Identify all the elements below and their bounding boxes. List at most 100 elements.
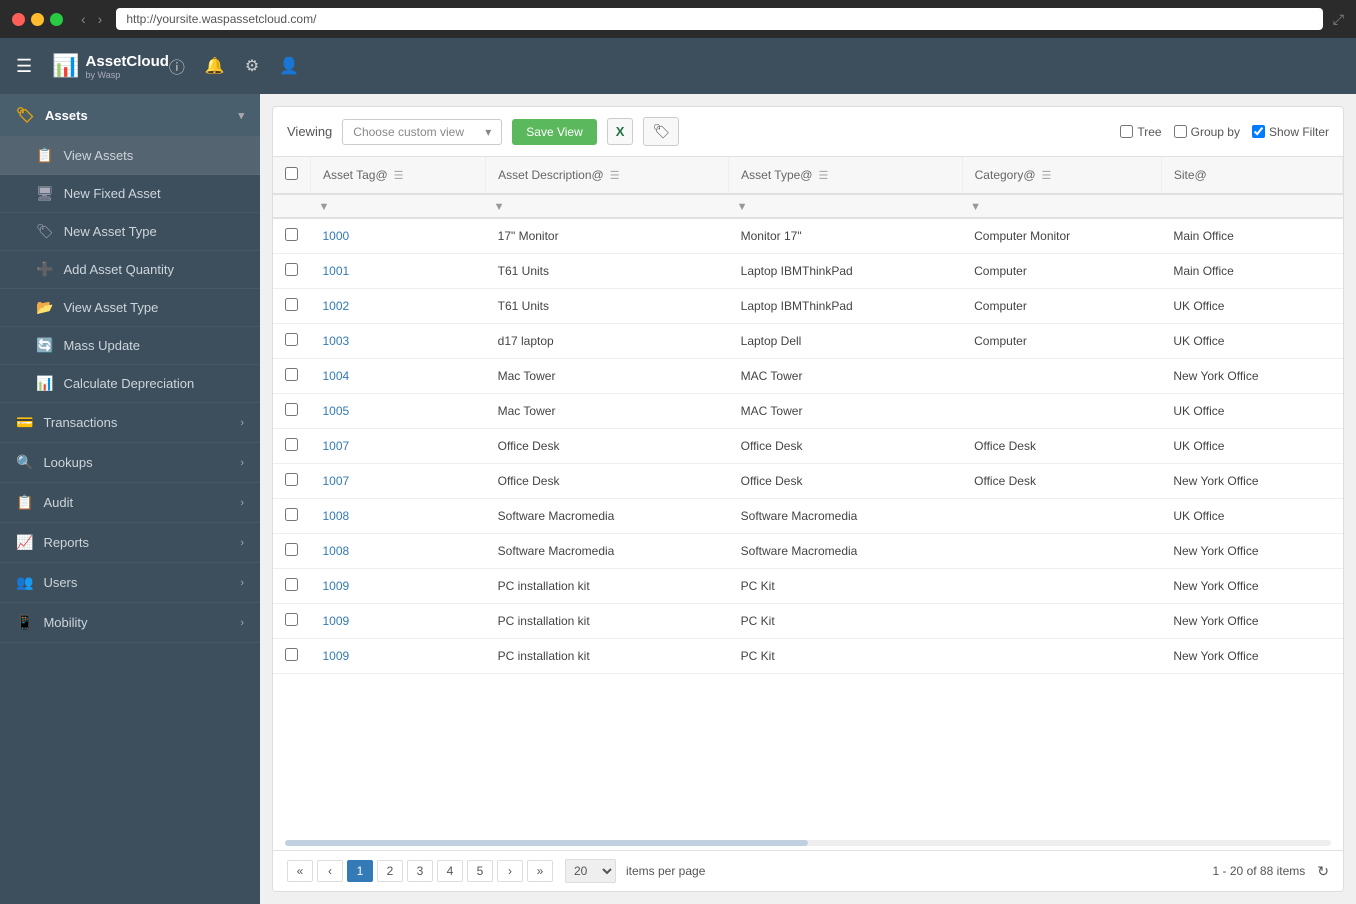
row-checkbox[interactable] <box>285 368 298 381</box>
asset-tag-link[interactable]: 1005 <box>323 404 350 418</box>
audit-chevron: › <box>240 497 244 509</box>
row-asset-tag: 1009 <box>311 604 486 639</box>
asset-tag-link[interactable]: 1009 <box>323 649 350 663</box>
asset-tag-link[interactable]: 1008 <box>323 509 350 523</box>
row-checkbox[interactable] <box>285 333 298 346</box>
show-filter-checkbox[interactable] <box>1252 125 1265 138</box>
filter-category-icon: ▼ <box>970 201 981 213</box>
minimize-button[interactable] <box>31 13 44 26</box>
category-col-menu-icon[interactable]: ☰ <box>1042 169 1052 182</box>
lookups-icon: 🔍 <box>16 454 33 471</box>
refresh-button[interactable]: ↻ <box>1317 863 1329 880</box>
next-page-button[interactable]: › <box>497 860 523 882</box>
sidebar-item-users[interactable]: 👥 Users › <box>0 563 260 603</box>
sidebar-item-add-asset-quantity[interactable]: ➕ Add Asset Quantity <box>0 251 260 289</box>
first-page-button[interactable]: « <box>287 860 313 882</box>
sidebar-item-calculate-depreciation[interactable]: 📊 Calculate Depreciation <box>0 365 260 403</box>
asset-tag-col-label: Asset Tag@ <box>323 168 388 182</box>
row-checkbox[interactable] <box>285 473 298 486</box>
asset-tag-link[interactable]: 1008 <box>323 544 350 558</box>
help-icon[interactable]: ⓘ <box>169 54 185 78</box>
sidebar-item-mobility[interactable]: 📱 Mobility › <box>0 603 260 643</box>
tree-checkbox[interactable] <box>1120 125 1133 138</box>
sidebar-item-lookups[interactable]: 🔍 Lookups › <box>0 443 260 483</box>
row-checkbox-cell <box>273 394 311 429</box>
row-checkbox[interactable] <box>285 403 298 416</box>
asset-tag-link[interactable]: 1007 <box>323 474 350 488</box>
asset-tag-link[interactable]: 1004 <box>323 369 350 383</box>
asset-tag-link[interactable]: 1000 <box>323 229 350 243</box>
select-all-checkbox[interactable] <box>285 167 298 180</box>
last-page-button[interactable]: » <box>527 860 553 882</box>
per-page-select[interactable]: 20 50 100 <box>565 859 616 883</box>
asset-tag-link[interactable]: 1007 <box>323 439 350 453</box>
row-checkbox[interactable] <box>285 438 298 451</box>
row-checkbox[interactable] <box>285 263 298 276</box>
row-checkbox[interactable] <box>285 648 298 661</box>
row-asset-type: Laptop IBMThinkPad <box>729 289 963 324</box>
table-header-row: Asset Tag@ ☰ Asset Description@ ☰ <box>273 157 1343 194</box>
close-button[interactable] <box>12 13 25 26</box>
row-checkbox[interactable] <box>285 298 298 311</box>
page-4-button[interactable]: 4 <box>437 860 463 882</box>
group-by-checkbox-label[interactable]: Group by <box>1174 125 1240 139</box>
sidebar-item-transactions[interactable]: 💳 Transactions › <box>0 403 260 443</box>
page-3-button[interactable]: 3 <box>407 860 433 882</box>
asset-tag-link[interactable]: 1003 <box>323 334 350 348</box>
export-excel-button[interactable]: X <box>607 118 634 145</box>
settings-icon[interactable]: ⚙ <box>245 56 259 76</box>
horizontal-scrollbar[interactable] <box>285 840 1331 846</box>
show-filter-checkbox-label[interactable]: Show Filter <box>1252 125 1329 139</box>
audit-icon: 📋 <box>16 494 33 511</box>
row-site: Main Office <box>1161 218 1342 254</box>
row-checkbox[interactable] <box>285 578 298 591</box>
asset-tag-link[interactable]: 1001 <box>323 264 350 278</box>
sidebar-item-new-asset-type[interactable]: 🏷 New Asset Type <box>0 213 260 251</box>
new-asset-type-icon: 🏷 <box>36 223 54 240</box>
forward-button[interactable]: › <box>94 9 107 29</box>
row-checkbox[interactable] <box>285 613 298 626</box>
maximize-button[interactable] <box>50 13 63 26</box>
asset-tag-link[interactable]: 1009 <box>323 579 350 593</box>
tree-checkbox-label[interactable]: Tree <box>1120 125 1161 139</box>
asset-tag-link[interactable]: 1002 <box>323 299 350 313</box>
sidebar-sub-label: Audit <box>43 495 73 510</box>
sidebar-sub-label: Mobility <box>43 615 87 630</box>
sidebar-item-reports[interactable]: 📈 Reports › <box>0 523 260 563</box>
row-asset-desc: T61 Units <box>486 289 729 324</box>
user-icon[interactable]: 👤 <box>279 56 299 76</box>
sidebar-item-audit[interactable]: 📋 Audit › <box>0 483 260 523</box>
page-1-button[interactable]: 1 <box>347 860 373 882</box>
sidebar-item-view-assets[interactable]: 📋 View Assets <box>0 137 260 175</box>
url-bar[interactable]: http://yoursite.waspassetcloud.com/ <box>116 8 1322 30</box>
sidebar-item-label: Add Asset Quantity <box>63 262 174 277</box>
prev-page-button[interactable]: ‹ <box>317 860 343 882</box>
asset-tag-link[interactable]: 1009 <box>323 614 350 628</box>
col-header-site: Site@ <box>1161 157 1342 194</box>
page-5-button[interactable]: 5 <box>467 860 493 882</box>
sidebar-item-new-fixed-asset[interactable]: 🖥 New Fixed Asset <box>0 175 260 213</box>
filter-asset-type-cell: ▼ <box>729 194 963 218</box>
row-checkbox[interactable] <box>285 508 298 521</box>
page-2-button[interactable]: 2 <box>377 860 403 882</box>
asset-tag-col-menu-icon[interactable]: ☰ <box>394 169 404 182</box>
save-view-button[interactable]: Save View <box>512 119 596 145</box>
custom-view-select[interactable]: Choose custom view ▾ <box>342 119 502 145</box>
row-checkbox[interactable] <box>285 228 298 241</box>
asset-desc-col-menu-icon[interactable]: ☰ <box>610 169 620 182</box>
sidebar-assets-header[interactable]: 🏷 Assets ▾ <box>0 94 260 137</box>
row-checkbox[interactable] <box>285 543 298 556</box>
hamburger-button[interactable]: ☰ <box>16 56 32 77</box>
notification-icon[interactable]: 🔔 <box>205 56 225 76</box>
back-button[interactable]: ‹ <box>77 9 90 29</box>
row-asset-desc: d17 laptop <box>486 324 729 359</box>
reports-chevron: › <box>240 537 244 549</box>
expand-icon[interactable]: ⤢ <box>1333 11 1344 28</box>
asset-type-col-menu-icon[interactable]: ☰ <box>818 169 828 182</box>
row-asset-type: PC Kit <box>729 604 963 639</box>
sidebar-item-view-asset-type[interactable]: 📂 View Asset Type <box>0 289 260 327</box>
sidebar-item-mass-update[interactable]: 🔄 Mass Update <box>0 327 260 365</box>
group-by-checkbox[interactable] <box>1174 125 1187 138</box>
tag-button[interactable]: 🏷 <box>643 117 679 146</box>
view-assets-icon: 📋 <box>36 147 53 164</box>
